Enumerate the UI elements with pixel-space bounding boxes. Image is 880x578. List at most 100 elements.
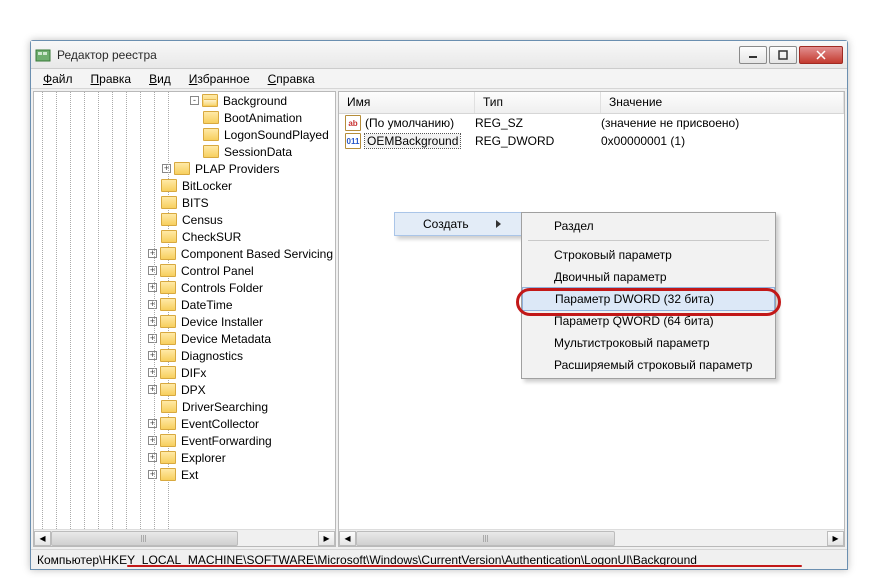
- tree-item[interactable]: +EventForwarding: [34, 432, 335, 449]
- col-type[interactable]: Тип: [475, 92, 601, 113]
- tree-item[interactable]: BITS: [34, 194, 335, 211]
- folder-icon: [160, 434, 176, 447]
- menu-edit[interactable]: Правка: [83, 70, 140, 88]
- list-row[interactable]: 011OEMBackgroundREG_DWORD0x00000001 (1): [339, 132, 844, 150]
- list-row[interactable]: ab(По умолчанию)REG_SZ(значение не присв…: [339, 114, 844, 132]
- expander-icon[interactable]: +: [148, 453, 157, 462]
- expander-icon[interactable]: +: [148, 266, 157, 275]
- folder-icon: [160, 349, 176, 362]
- close-button[interactable]: [799, 46, 843, 64]
- tree-item[interactable]: +Ext: [34, 466, 335, 483]
- tree-item[interactable]: CheckSUR: [34, 228, 335, 245]
- submenu-arrow-icon: [496, 220, 501, 228]
- expander-icon[interactable]: +: [148, 249, 157, 258]
- folder-icon: [160, 298, 176, 311]
- ctx-new-multistring[interactable]: Мультистроковый параметр: [522, 332, 775, 354]
- ctx-new-qword[interactable]: Параметр QWORD (64 бита): [522, 310, 775, 332]
- value-type-icon: 011: [345, 133, 361, 149]
- tree-item[interactable]: SessionData: [34, 143, 335, 160]
- menu-help[interactable]: Справка: [260, 70, 323, 88]
- expander-icon[interactable]: +: [148, 351, 157, 360]
- value-data: 0x00000001 (1): [601, 134, 844, 148]
- tree-h-scrollbar[interactable]: ◂ ▸: [34, 529, 335, 546]
- tree-item[interactable]: +Explorer: [34, 449, 335, 466]
- tree-item-label: CheckSUR: [180, 230, 243, 244]
- context-menu[interactable]: Создать: [394, 212, 522, 236]
- folder-icon: [160, 366, 176, 379]
- folder-icon: [160, 383, 176, 396]
- tree-item[interactable]: +Controls Folder: [34, 279, 335, 296]
- tree-item[interactable]: BootAnimation: [34, 109, 335, 126]
- tree-item-label: BitLocker: [180, 179, 234, 193]
- menu-favorites[interactable]: Избранное: [181, 70, 258, 88]
- tree-item[interactable]: DriverSearching: [34, 398, 335, 415]
- folder-icon: [160, 332, 176, 345]
- tree-item-label: Background: [221, 94, 289, 108]
- window-title: Редактор реестра: [57, 48, 737, 62]
- tree-item-label: EventCollector: [179, 417, 261, 431]
- minimize-button[interactable]: [739, 46, 767, 64]
- tree-item[interactable]: + DateTime: [34, 296, 335, 313]
- tree-item-label: DateTime: [179, 298, 235, 312]
- tree-item[interactable]: +DPX: [34, 381, 335, 398]
- tree-item[interactable]: +Component Based Servicing: [34, 245, 335, 262]
- ctx-new-string[interactable]: Строковый параметр: [522, 244, 775, 266]
- tree-pane: - Background BootAnimationLogonSoundPlayed…: [33, 91, 336, 547]
- tree-item[interactable]: +Control Panel: [34, 262, 335, 279]
- tree-item[interactable]: +PLAP Providers: [34, 160, 335, 177]
- tree-item[interactable]: Census: [34, 211, 335, 228]
- expander-icon[interactable]: +: [148, 300, 157, 309]
- expander-icon[interactable]: +: [148, 317, 157, 326]
- expander-icon[interactable]: +: [148, 283, 157, 292]
- folder-icon: [203, 111, 219, 124]
- folder-icon: [161, 196, 177, 209]
- value-name: (По умолчанию): [365, 116, 454, 130]
- folder-icon: [160, 281, 176, 294]
- tree-item-label: BITS: [180, 196, 211, 210]
- tree-item[interactable]: + Device Metadata: [34, 330, 335, 347]
- scroll-right-button[interactable]: ▸: [827, 531, 844, 546]
- tree-item-label: Device Metadata: [179, 332, 273, 346]
- expander-icon[interactable]: +: [148, 419, 157, 428]
- tree-item[interactable]: + EventCollector: [34, 415, 335, 432]
- expander-icon[interactable]: -: [190, 96, 199, 105]
- tree-item-label: Diagnostics: [179, 349, 245, 363]
- status-prefix: Компьютер\: [37, 553, 102, 567]
- col-name[interactable]: Имя: [339, 92, 475, 113]
- ctx-create-label: Создать: [423, 217, 469, 231]
- menu-file[interactable]: Файл: [35, 70, 81, 88]
- expander-icon[interactable]: +: [148, 436, 157, 445]
- tree-item[interactable]: +Device Installer: [34, 313, 335, 330]
- folder-icon: [160, 315, 176, 328]
- tree-item[interactable]: +DIFx: [34, 364, 335, 381]
- expander-icon[interactable]: +: [148, 334, 157, 343]
- expander-icon[interactable]: +: [148, 368, 157, 377]
- tree-item[interactable]: BitLocker: [34, 177, 335, 194]
- maximize-button[interactable]: [769, 46, 797, 64]
- list-header[interactable]: Имя Тип Значение: [339, 92, 844, 114]
- titlebar[interactable]: Редактор реестра: [31, 41, 847, 69]
- tree-item[interactable]: LogonSoundPlayed: [34, 126, 335, 143]
- scroll-left-button[interactable]: ◂: [34, 531, 51, 546]
- expander-icon[interactable]: +: [148, 470, 157, 479]
- tree-content[interactable]: - Background BootAnimationLogonSoundPlayed…: [34, 92, 335, 529]
- tree-item[interactable]: + Diagnostics: [34, 347, 335, 364]
- expander-icon[interactable]: +: [148, 385, 157, 394]
- list-rows[interactable]: ab(По умолчанию)REG_SZ(значение не присв…: [339, 114, 844, 150]
- tree-item-label: BootAnimation: [222, 111, 304, 125]
- scroll-left-button[interactable]: ◂: [339, 531, 356, 546]
- ctx-create[interactable]: Создать: [394, 212, 522, 236]
- tree-item-label: DriverSearching: [180, 400, 270, 414]
- expander-icon[interactable]: +: [162, 164, 171, 173]
- col-value[interactable]: Значение: [601, 92, 844, 113]
- list-h-scrollbar[interactable]: ◂ ▸: [339, 529, 844, 546]
- ctx-new-dword[interactable]: Параметр DWORD (32 бита): [522, 287, 775, 311]
- ctx-new-key[interactable]: Раздел: [522, 215, 775, 237]
- ctx-new-binary[interactable]: Двоичный параметр: [522, 266, 775, 288]
- scroll-right-button[interactable]: ▸: [318, 531, 335, 546]
- menu-view[interactable]: Вид: [141, 70, 179, 88]
- folder-icon: [203, 145, 219, 158]
- context-submenu-create[interactable]: Раздел Строковый параметр Двоичный парам…: [521, 212, 776, 379]
- ctx-new-expandstring[interactable]: Расширяемый строковый параметр: [522, 354, 775, 376]
- tree-item[interactable]: - Background: [34, 92, 335, 109]
